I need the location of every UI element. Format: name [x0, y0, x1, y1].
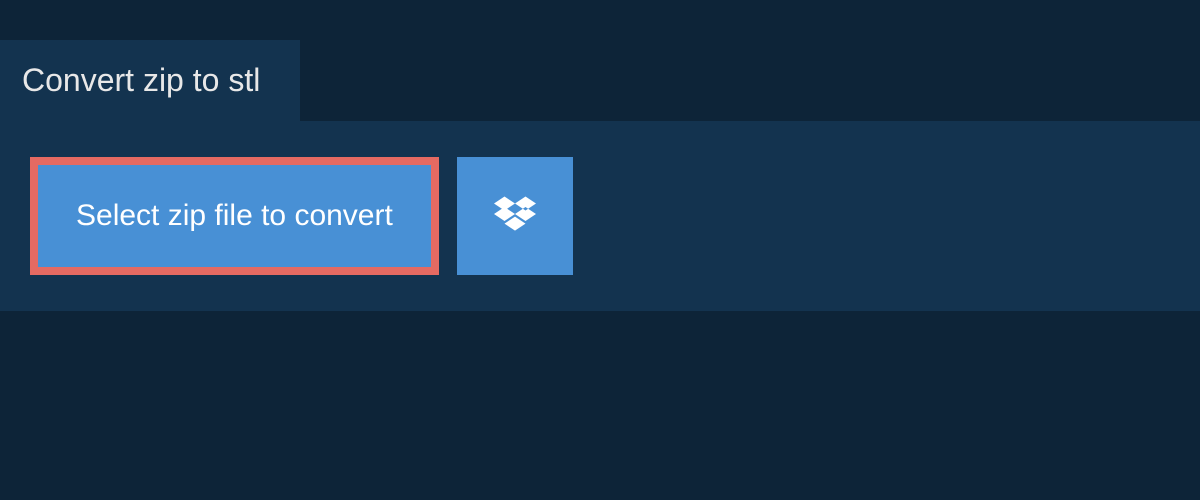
- main-panel: Select zip file to convert: [0, 121, 1200, 311]
- select-file-button[interactable]: Select zip file to convert: [30, 157, 439, 275]
- dropbox-icon: [494, 193, 536, 240]
- select-file-label: Select zip file to convert: [76, 199, 393, 233]
- tab-title: Convert zip to stl: [0, 40, 300, 121]
- dropbox-button[interactable]: [457, 157, 573, 275]
